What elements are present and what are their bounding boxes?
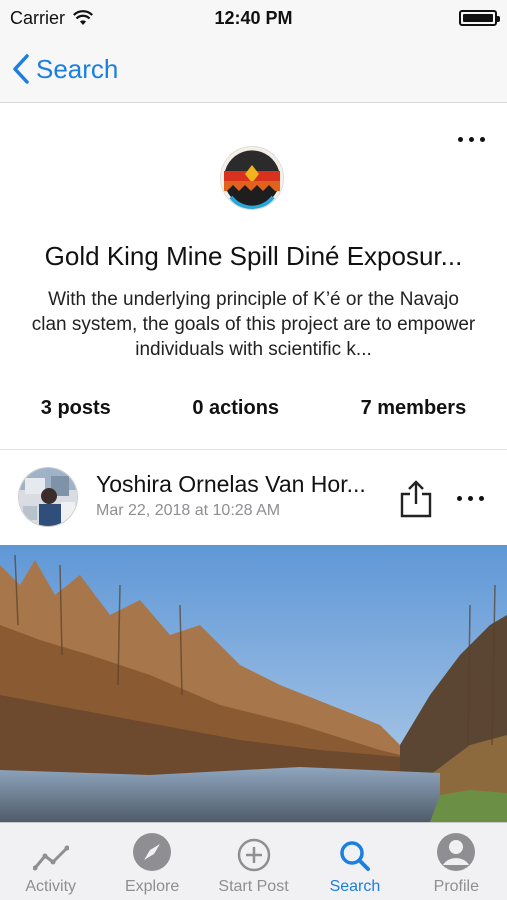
activity-icon bbox=[32, 845, 69, 871]
group-title: Gold King Mine Spill Diné Exposur... bbox=[44, 241, 463, 271]
status-bar: Carrier 12:40 PM bbox=[0, 0, 507, 36]
chevron-left-icon bbox=[13, 54, 29, 84]
group-more-button[interactable] bbox=[451, 127, 491, 151]
author-avatar[interactable] bbox=[19, 468, 77, 526]
dot bbox=[456, 495, 462, 501]
dot bbox=[468, 136, 474, 142]
back-label: Search bbox=[36, 53, 119, 84]
tab-activity-label: Activity bbox=[25, 878, 77, 895]
post-author[interactable]: Yoshira Ornelas Van Hor... bbox=[96, 471, 386, 498]
back-button[interactable]: Search bbox=[12, 54, 118, 85]
post-more-button[interactable] bbox=[450, 486, 490, 510]
tab-search-label: Search bbox=[329, 878, 381, 895]
battery-icon bbox=[459, 10, 500, 26]
tab-profile[interactable]: Profile bbox=[406, 823, 507, 900]
search-icon bbox=[340, 841, 370, 871]
dot bbox=[457, 136, 463, 142]
group-logo-image bbox=[221, 147, 283, 209]
tab-start-post-label: Start Post bbox=[218, 878, 289, 895]
compass-icon bbox=[133, 833, 172, 871]
plus-circle-icon bbox=[237, 838, 270, 872]
profile-icon bbox=[437, 833, 476, 871]
actions-count[interactable]: 0 actions bbox=[192, 397, 279, 420]
tab-activity[interactable]: Activity bbox=[0, 823, 101, 900]
tab-explore[interactable]: Explore bbox=[101, 823, 202, 900]
tab-start-post[interactable]: Start Post bbox=[203, 823, 304, 900]
group-description: With the underlying principle of K’é or … bbox=[31, 289, 476, 360]
dot bbox=[478, 495, 484, 501]
navigation-bar: Search bbox=[0, 36, 507, 103]
tab-explore-label: Explore bbox=[124, 878, 180, 895]
avatar-image bbox=[19, 468, 77, 526]
posts-count[interactable]: 3 posts bbox=[41, 397, 111, 420]
dot bbox=[467, 495, 473, 501]
tab-bar: Activity Explore Start Post Search Profi… bbox=[0, 822, 507, 900]
members-count[interactable]: 7 members bbox=[361, 397, 467, 420]
wifi-icon bbox=[73, 10, 93, 25]
group-card: Gold King Mine Spill Diné Exposur... Wit… bbox=[0, 103, 507, 450]
post-header: Yoshira Ornelas Van Hor... Mar 22, 2018 … bbox=[0, 451, 507, 545]
share-icon[interactable] bbox=[398, 479, 434, 519]
group-stats: 3 posts 0 actions 7 members bbox=[0, 397, 507, 420]
status-left: Carrier bbox=[10, 8, 93, 29]
river-landscape-image bbox=[0, 545, 507, 822]
group-logo bbox=[221, 147, 283, 209]
tab-profile-label: Profile bbox=[433, 878, 479, 895]
tab-search[interactable]: Search bbox=[304, 823, 405, 900]
dot bbox=[479, 136, 485, 142]
carrier-label: Carrier bbox=[10, 7, 66, 28]
post-photo[interactable] bbox=[0, 545, 507, 822]
post-date: Mar 22, 2018 at 10:28 AM bbox=[96, 502, 281, 519]
